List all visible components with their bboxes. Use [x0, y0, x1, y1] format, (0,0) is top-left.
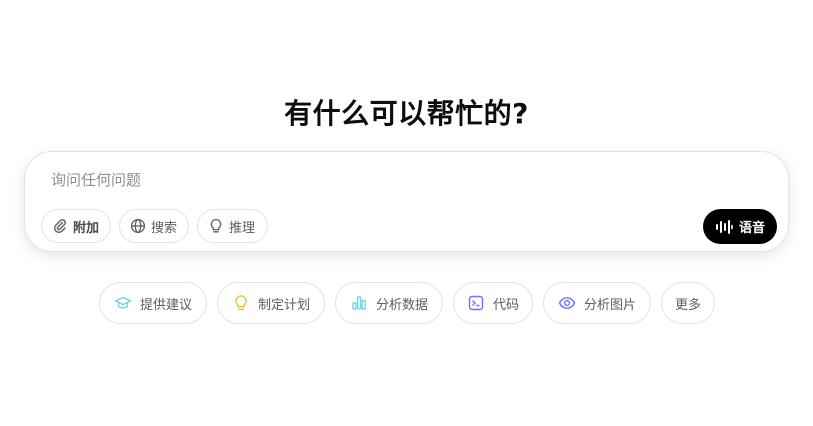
suggestion-chips: 提供建议 制定计划 分析数据 代码 分析图片 更多	[0, 282, 813, 324]
chip-plan[interactable]: 制定计划	[217, 282, 325, 324]
lightbulb-icon	[208, 218, 224, 234]
chip-more[interactable]: 更多	[661, 282, 715, 324]
terminal-icon	[467, 294, 485, 312]
attach-button[interactable]: 附加	[41, 209, 111, 243]
page: 有什么可以帮忙的? 附加 搜索	[0, 0, 813, 426]
bar-chart-icon	[350, 294, 368, 312]
globe-icon	[130, 218, 146, 234]
chip-code[interactable]: 代码	[453, 282, 533, 324]
voice-button[interactable]: 语音	[703, 209, 777, 244]
voice-label: 语音	[738, 221, 765, 236]
search-label: 搜索	[151, 220, 178, 236]
chip-analyze-image[interactable]: 分析图片	[543, 282, 651, 324]
chip-label: 更多	[674, 297, 701, 313]
attach-label: 附加	[73, 220, 100, 236]
composer: 附加 搜索 推理	[24, 151, 789, 252]
chip-label: 分析图片	[583, 297, 636, 313]
search-button[interactable]: 搜索	[119, 209, 189, 243]
chip-label: 代码	[492, 297, 519, 313]
prompt-input[interactable]	[51, 168, 651, 192]
waveform-icon	[715, 219, 733, 235]
page-title: 有什么可以帮忙的?	[284, 97, 529, 130]
chip-label: 分析数据	[375, 297, 428, 313]
lightbulb-icon	[232, 294, 250, 312]
chip-advice[interactable]: 提供建议	[99, 282, 207, 324]
chip-label: 制定计划	[257, 297, 310, 313]
graduation-cap-icon	[114, 294, 132, 312]
paperclip-icon	[52, 218, 68, 234]
reason-button[interactable]: 推理	[197, 209, 268, 243]
reason-label: 推理	[229, 220, 256, 236]
eye-icon	[558, 294, 576, 312]
chip-label: 提供建议	[139, 297, 192, 313]
chip-analyze-data[interactable]: 分析数据	[335, 282, 443, 324]
